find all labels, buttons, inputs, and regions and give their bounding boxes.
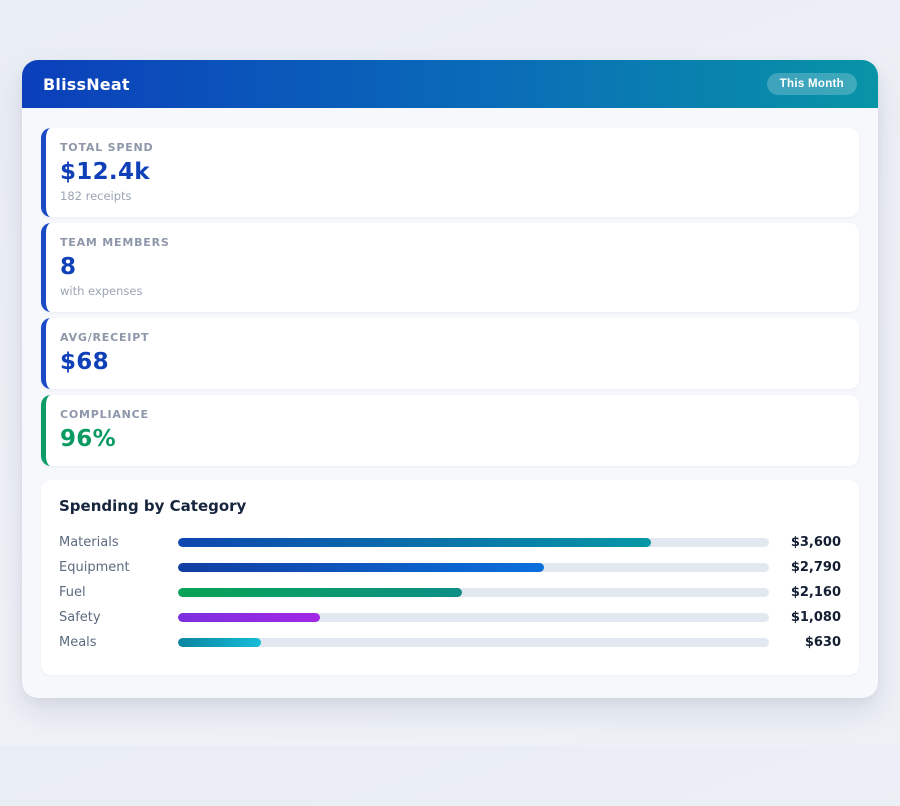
- category-value: $2,160: [790, 585, 841, 600]
- category-bar-fill: [178, 638, 261, 647]
- app-body: TOTAL SPEND $12.4k 182 receipts TEAM MEM…: [22, 108, 878, 698]
- stat-label: TEAM MEMBERS: [60, 236, 170, 249]
- category-label: Safety: [59, 610, 101, 625]
- category-row-equipment: Equipment $2,790: [59, 555, 841, 580]
- stat-value: $68: [60, 349, 109, 375]
- stat-card-total-spend: TOTAL SPEND $12.4k 182 receipts: [41, 128, 859, 217]
- stat-label: AVG/RECEIPT: [60, 331, 150, 344]
- app-title: BlissNeat: [43, 74, 130, 94]
- category-value: $1,080: [790, 610, 841, 625]
- stat-value: 8: [60, 254, 77, 280]
- category-bar-track: [178, 613, 769, 622]
- category-label: Equipment: [59, 560, 130, 575]
- stat-card-team-members: TEAM MEMBERS 8 with expenses: [41, 223, 859, 312]
- category-label: Fuel: [59, 585, 86, 600]
- category-row-materials: Materials $3,600: [59, 530, 841, 555]
- period-badge[interactable]: This Month: [766, 73, 857, 95]
- category-value: $630: [804, 635, 841, 650]
- category-label: Meals: [59, 635, 97, 650]
- stat-sub: with expenses: [60, 284, 143, 298]
- stat-label: TOTAL SPEND: [60, 141, 154, 154]
- chart-title: Spending by Category: [59, 497, 247, 515]
- category-value: $3,600: [790, 535, 841, 550]
- stat-label: COMPLIANCE: [60, 408, 149, 421]
- dashboard-container: BlissNeat This Month TOTAL SPEND $12.4k …: [22, 60, 878, 698]
- spending-by-category-card: Spending by Category Materials $3,600 Eq…: [41, 480, 859, 675]
- category-bar-track: [178, 538, 769, 547]
- category-bar-track: [178, 638, 769, 647]
- category-row-meals: Meals $630: [59, 630, 841, 655]
- category-bar-fill: [178, 588, 462, 597]
- category-bar-track: [178, 588, 769, 597]
- category-row-safety: Safety $1,080: [59, 605, 841, 630]
- category-bar-fill: [178, 538, 651, 547]
- stat-value: 96%: [60, 426, 116, 452]
- stat-sub: 182 receipts: [60, 189, 132, 203]
- app-header: BlissNeat This Month: [22, 60, 878, 108]
- stat-card-compliance: COMPLIANCE 96%: [41, 395, 859, 466]
- category-value: $2,790: [790, 560, 841, 575]
- stat-card-avg-receipt: AVG/RECEIPT $68: [41, 318, 859, 389]
- category-bar-fill: [178, 563, 545, 572]
- category-bar-track: [178, 563, 769, 572]
- category-row-fuel: Fuel $2,160: [59, 580, 841, 605]
- category-label: Materials: [59, 535, 119, 550]
- stat-value: $12.4k: [60, 159, 150, 185]
- category-bar-fill: [178, 613, 320, 622]
